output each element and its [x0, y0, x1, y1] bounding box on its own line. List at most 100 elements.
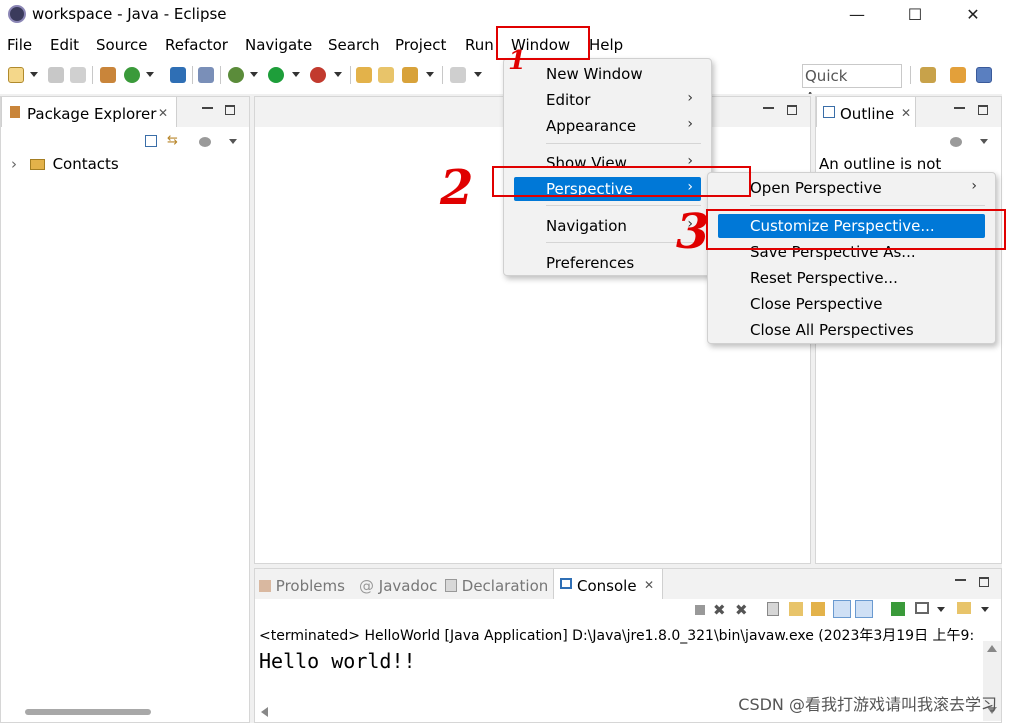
view-menu-icon[interactable] — [199, 137, 211, 147]
close-button[interactable]: ✕ — [950, 2, 996, 28]
menu-item-new-window[interactable]: New Window — [504, 62, 711, 86]
expand-icon[interactable]: › — [11, 155, 17, 173]
at-icon: @ — [359, 577, 374, 595]
menu-item-open-perspective[interactable]: Open Perspective › — [708, 176, 995, 200]
open-task-icon[interactable] — [402, 67, 418, 83]
minimize-icon[interactable] — [954, 107, 965, 110]
remove-all-icon[interactable]: ✖ — [735, 601, 748, 619]
refresh-dropdown-icon[interactable] — [146, 72, 154, 77]
view-menu-icon[interactable] — [950, 137, 962, 147]
console-icon — [560, 578, 572, 589]
scroll-left-icon[interactable] — [261, 707, 268, 717]
maximize-button[interactable]: ☐ — [892, 2, 938, 28]
show-on-stdout-icon[interactable] — [833, 600, 851, 618]
terminal-icon[interactable] — [170, 67, 186, 83]
minimize-icon[interactable] — [955, 579, 966, 582]
pin-console-icon[interactable] — [891, 602, 905, 616]
menu-search[interactable]: Search — [328, 36, 380, 54]
open-console-icon[interactable] — [957, 602, 971, 614]
maximize-icon[interactable] — [978, 105, 988, 115]
maximize-icon[interactable] — [979, 577, 989, 587]
collapse-all-icon[interactable] — [145, 135, 157, 147]
menu-item-appearance[interactable]: Appearance › — [504, 114, 711, 138]
tab-console[interactable]: Console ✕ — [553, 569, 663, 599]
outline-message: An outline is not — [819, 155, 942, 173]
tree-item-label: Contacts — [52, 155, 119, 173]
terminate-icon[interactable] — [695, 605, 705, 615]
tab-package-explorer[interactable]: Package Explorer ✕ — [1, 97, 177, 127]
link-with-editor-icon[interactable]: ⇆ — [167, 134, 181, 147]
save-all-icon[interactable] — [70, 67, 86, 83]
scroll-lock-icon[interactable] — [789, 602, 803, 616]
chevron-right-icon: › — [687, 116, 693, 132]
perspective-submenu: Open Perspective › Customize Perspective… — [707, 172, 996, 344]
view-menu-dropdown-icon[interactable] — [229, 139, 237, 144]
new-dropdown-icon[interactable] — [30, 72, 38, 77]
next-annotation-icon[interactable] — [450, 67, 466, 83]
scroll-up-icon[interactable] — [987, 645, 997, 652]
quick-access-field[interactable]: Quick Access — [802, 64, 902, 107]
menu-item-close-all-perspectives[interactable]: Close All Perspectives — [708, 318, 995, 342]
display-console-dropdown-icon[interactable] — [937, 607, 945, 612]
menu-file[interactable]: File — [7, 36, 32, 54]
close-icon[interactable]: ✕ — [644, 578, 654, 592]
horizontal-scrollbar[interactable] — [25, 709, 151, 715]
menu-item-reset-perspective[interactable]: Reset Perspective... — [708, 266, 995, 290]
menu-item-editor[interactable]: Editor › — [504, 88, 711, 112]
menu-run[interactable]: Run — [465, 36, 494, 54]
show-on-stderr-icon[interactable] — [855, 600, 873, 618]
close-icon[interactable]: ✕ — [158, 106, 168, 120]
tab-javadoc[interactable]: @ Javadoc — [359, 577, 437, 595]
open-perspective-icon[interactable] — [920, 67, 936, 83]
menu-project[interactable]: Project — [395, 36, 446, 54]
close-icon[interactable]: ✕ — [901, 106, 911, 120]
debug-icon[interactable] — [228, 67, 244, 83]
minimize-button[interactable]: — — [834, 2, 880, 28]
new-java-project-icon[interactable] — [356, 67, 372, 83]
word-wrap-icon[interactable] — [811, 602, 825, 616]
remove-launch-icon[interactable]: ✖ — [713, 601, 726, 619]
package-explorer-panel: Package Explorer ✕ ⇆ › Contacts — [0, 96, 250, 723]
tab-declaration[interactable]: Declaration — [445, 577, 548, 595]
tab-outline[interactable]: Outline ✕ — [816, 97, 916, 127]
package-icon[interactable] — [100, 67, 116, 83]
debug-dropdown-icon[interactable] — [250, 72, 258, 77]
new-icon[interactable] — [8, 67, 24, 83]
tab-package-explorer-label: Package Explorer — [27, 105, 157, 123]
tab-problems[interactable]: Problems — [259, 577, 345, 595]
toolbar-separator — [192, 66, 193, 84]
external-tools-dropdown-icon[interactable] — [334, 72, 342, 77]
toolbar-separator — [442, 66, 443, 84]
open-folder-icon[interactable] — [378, 67, 394, 83]
external-tools-icon[interactable] — [310, 67, 326, 83]
menu-edit[interactable]: Edit — [50, 36, 79, 54]
tab-outline-label: Outline — [840, 105, 895, 123]
tab-problems-label: Problems — [275, 577, 345, 595]
menu-item-close-perspective[interactable]: Close Perspective — [708, 292, 995, 316]
menu-navigate[interactable]: Navigate — [245, 36, 312, 54]
toolbar-separator — [350, 66, 351, 84]
annotation-dropdown-icon[interactable] — [474, 72, 482, 77]
minimize-icon[interactable] — [202, 107, 213, 110]
clear-console-icon[interactable] — [767, 602, 779, 616]
menu-help[interactable]: Help — [589, 36, 623, 54]
task-dropdown-icon[interactable] — [426, 72, 434, 77]
java-ee-perspective-icon[interactable] — [950, 67, 966, 83]
display-console-icon[interactable] — [915, 602, 929, 614]
menu-source[interactable]: Source — [96, 36, 148, 54]
refresh-icon[interactable] — [124, 67, 140, 83]
run-dropdown-icon[interactable] — [292, 72, 300, 77]
menu-item-label: Open Perspective — [750, 179, 882, 197]
open-console-dropdown-icon[interactable] — [981, 607, 989, 612]
save-icon[interactable] — [48, 67, 64, 83]
maximize-icon[interactable] — [225, 105, 235, 115]
minimize-icon[interactable] — [763, 107, 774, 110]
menu-refactor[interactable]: Refactor — [165, 36, 228, 54]
tree-item-contacts[interactable]: › Contacts — [11, 155, 119, 173]
java-perspective-icon[interactable] — [976, 67, 992, 83]
maximize-icon[interactable] — [787, 105, 797, 115]
run-icon[interactable] — [268, 67, 284, 83]
skip-breakpoints-icon[interactable] — [198, 67, 214, 83]
view-menu-dropdown-icon[interactable] — [980, 139, 988, 144]
toolbar-separator — [220, 66, 221, 84]
